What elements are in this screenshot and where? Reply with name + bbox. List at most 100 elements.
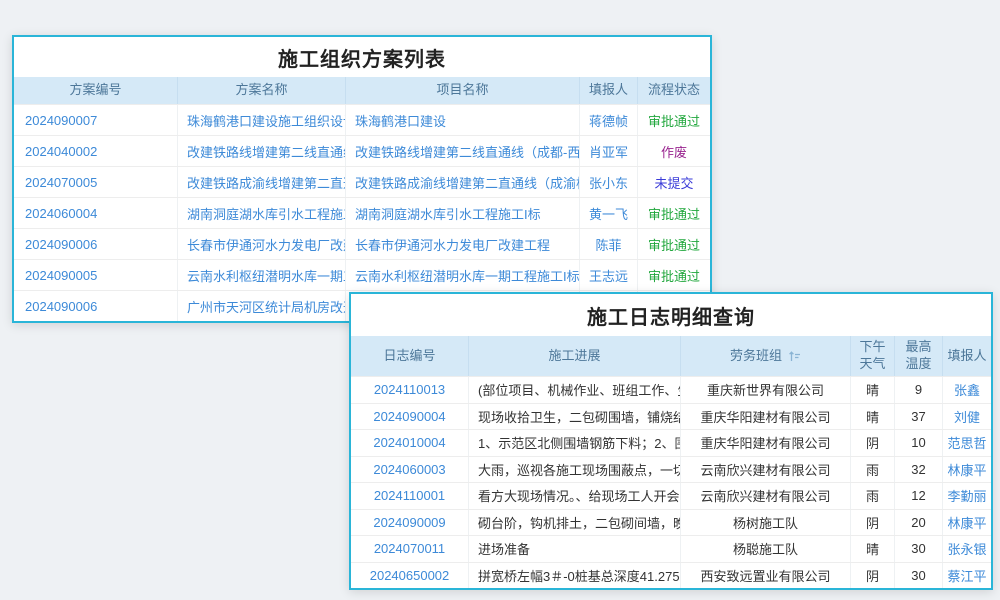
plan-col-header-project-name: 项目名称 xyxy=(346,77,580,104)
plan-name-link[interactable]: 云南水利枢纽潜明水库一期工程施工I标施工组... xyxy=(178,260,346,290)
log-col-header-weather: 下午 天气 xyxy=(851,336,895,376)
project-name-link[interactable]: 珠海鹤港口建设 xyxy=(346,105,580,135)
plan-name-link[interactable]: 珠海鹤港口建设施工组织设计 xyxy=(178,105,346,135)
plan-id-link[interactable]: 2024090005 xyxy=(14,260,178,290)
table-row: 2024040002 改建铁路线增建第二线直通线（成都-西安）... 改建铁路线… xyxy=(14,135,710,166)
plan-col-header-reporter: 填报人 xyxy=(580,77,638,104)
table-row: 2024010004 1、示范区北侧围墙钢筋下料；2、围墙地... 重庆华阳建材… xyxy=(351,429,991,456)
log-id-link[interactable]: 2024090009 xyxy=(351,510,469,536)
team-name: 重庆华阳建材有限公司 xyxy=(681,404,851,430)
log-col-header-reporter: 填报人 xyxy=(943,336,991,376)
plan-name-link[interactable]: 改建铁路线增建第二线直通线（成都-西安）... xyxy=(178,136,346,166)
weather-value: 雨 xyxy=(851,457,895,483)
log-id-link[interactable]: 2024010004 xyxy=(351,430,469,456)
plan-id-link[interactable]: 2024090006 xyxy=(14,291,178,321)
project-name-link[interactable]: 湖南洞庭湖水库引水工程施工I标 xyxy=(346,198,580,228)
weather-value: 晴 xyxy=(851,536,895,562)
plan-id-link[interactable]: 2024060004 xyxy=(14,198,178,228)
reporter-link[interactable]: 张鑫 xyxy=(943,377,991,403)
reporter-link[interactable]: 蔡江平 xyxy=(943,563,991,589)
plan-table-header: 方案编号 方案名称 项目名称 填报人 流程状态 xyxy=(14,77,710,104)
plan-id-link[interactable]: 2024070005 xyxy=(14,167,178,197)
plan-list-title: 施工组织方案列表 xyxy=(14,37,710,77)
reporter-name: 张小东 xyxy=(580,167,638,197)
plan-id-link[interactable]: 2024090007 xyxy=(14,105,178,135)
reporter-name: 肖亚军 xyxy=(580,136,638,166)
progress-text: 进场准备 xyxy=(469,536,681,562)
table-row: 2024070011 进场准备 杨聪施工队 晴 30 张永银 xyxy=(351,535,991,562)
temp-value: 9 xyxy=(895,377,943,403)
progress-text: 砌台阶，钩机排土，二包砌间墙，晚间加... xyxy=(469,510,681,536)
temp-value: 30 xyxy=(895,563,943,589)
team-name: 杨树施工队 xyxy=(681,510,851,536)
log-id-link[interactable]: 20240650002 xyxy=(351,563,469,589)
project-name-link[interactable]: 改建铁路成渝线增建第二直通线（成渝枢... xyxy=(346,167,580,197)
status-text: 审批通过 xyxy=(638,260,710,290)
plan-col-header-plan-name: 方案名称 xyxy=(178,77,346,104)
team-name: 云南欣兴建材有限公司 xyxy=(681,483,851,509)
weather-value: 晴 xyxy=(851,377,895,403)
log-table-header: 日志编号 施工进展 劳务班组 下午 天气 最高 温度 填报人 xyxy=(351,336,991,376)
team-name: 重庆华阳建材有限公司 xyxy=(681,430,851,456)
temp-value: 12 xyxy=(895,483,943,509)
plan-name-link[interactable]: 长春市伊通河水力发电厂改建工程施工组织设计 xyxy=(178,229,346,259)
status-text: 审批通过 xyxy=(638,105,710,135)
table-row: 20240650002 拼宽桥左幅3＃-0桩基总深度41.275.今日进... … xyxy=(351,562,991,589)
status-text: 审批通过 xyxy=(638,198,710,228)
reporter-link[interactable]: 林康平 xyxy=(943,457,991,483)
status-text: 未提交 xyxy=(638,167,710,197)
project-name-link[interactable]: 长春市伊通河水力发电厂改建工程 xyxy=(346,229,580,259)
log-id-link[interactable]: 2024060003 xyxy=(351,457,469,483)
table-row: 2024110013 (部位项目、机械作业、班组工作、生产... 重庆新世界有限… xyxy=(351,376,991,403)
sort-icon[interactable] xyxy=(788,350,801,363)
temp-value: 10 xyxy=(895,430,943,456)
plan-id-link[interactable]: 2024040002 xyxy=(14,136,178,166)
table-row: 2024090007 珠海鹤港口建设施工组织设计 珠海鹤港口建设 蒋德帧 审批通… xyxy=(14,104,710,135)
plan-id-link[interactable]: 2024090006 xyxy=(14,229,178,259)
table-row: 2024090006 长春市伊通河水力发电厂改建工程施工组织设计 长春市伊通河水… xyxy=(14,228,710,259)
table-row: 2024090005 云南水利枢纽潜明水库一期工程施工I标施工组... 云南水利… xyxy=(14,259,710,290)
log-id-link[interactable]: 2024110013 xyxy=(351,377,469,403)
reporter-name: 王志远 xyxy=(580,260,638,290)
log-col-header-id: 日志编号 xyxy=(351,336,469,376)
plan-list-window: 施工组织方案列表 方案编号 方案名称 项目名称 填报人 流程状态 2024090… xyxy=(12,35,712,323)
log-id-link[interactable]: 2024090004 xyxy=(351,404,469,430)
progress-text: 1、示范区北侧围墙钢筋下料；2、围墙地... xyxy=(469,430,681,456)
log-detail-window: 施工日志明细查询 日志编号 施工进展 劳务班组 下午 天气 最高 温度 填报人 … xyxy=(349,292,993,590)
plan-col-header-id: 方案编号 xyxy=(14,77,178,104)
team-name: 西安致远置业有限公司 xyxy=(681,563,851,589)
table-row: 2024110001 看方大现场情况。、给现场工人开会，整... 云南欣兴建材有… xyxy=(351,482,991,509)
progress-text: (部位项目、机械作业、班组工作、生产... xyxy=(469,377,681,403)
plan-name-link[interactable]: 改建铁路成渝线增建第二直通线（成渝枢纽）... xyxy=(178,167,346,197)
plan-table-body: 2024090007 珠海鹤港口建设施工组织设计 珠海鹤港口建设 蒋德帧 审批通… xyxy=(14,104,710,321)
progress-text: 大雨，巡视各施工现场围蔽点，一切正常... xyxy=(469,457,681,483)
team-name: 重庆新世界有限公司 xyxy=(681,377,851,403)
log-col-header-progress: 施工进展 xyxy=(469,336,681,376)
temp-value: 32 xyxy=(895,457,943,483)
temp-value: 37 xyxy=(895,404,943,430)
plan-name-link[interactable]: 湖南洞庭湖水库引水工程施工I标施工组织设计 xyxy=(178,198,346,228)
project-name-link[interactable]: 改建铁路线增建第二线直通线（成都-西安... xyxy=(346,136,580,166)
team-name: 云南欣兴建材有限公司 xyxy=(681,457,851,483)
weather-value: 阴 xyxy=(851,563,895,589)
reporter-name: 黄一飞 xyxy=(580,198,638,228)
progress-text: 看方大现场情况。、给现场工人开会，整... xyxy=(469,483,681,509)
reporter-link[interactable]: 李勤丽 xyxy=(943,483,991,509)
weather-value: 晴 xyxy=(851,404,895,430)
log-col-header-temp: 最高 温度 xyxy=(895,336,943,376)
temp-value: 20 xyxy=(895,510,943,536)
log-id-link[interactable]: 2024110001 xyxy=(351,483,469,509)
log-table-body: 2024110013 (部位项目、机械作业、班组工作、生产... 重庆新世界有限… xyxy=(351,376,991,588)
log-col-header-team: 劳务班组 xyxy=(681,336,851,376)
status-text: 作废 xyxy=(638,136,710,166)
reporter-link[interactable]: 范思哲 xyxy=(943,430,991,456)
reporter-link[interactable]: 林康平 xyxy=(943,510,991,536)
reporter-link[interactable]: 张永银 xyxy=(943,536,991,562)
reporter-link[interactable]: 刘健 xyxy=(943,404,991,430)
project-name-link[interactable]: 云南水利枢纽潜明水库一期工程施工I标 xyxy=(346,260,580,290)
table-row: 2024070005 改建铁路成渝线增建第二直通线（成渝枢纽）... 改建铁路成… xyxy=(14,166,710,197)
log-id-link[interactable]: 2024070011 xyxy=(351,536,469,562)
plan-name-link[interactable]: 广州市天河区统计局机房改造项目施工组织设计 xyxy=(178,291,346,321)
table-row: 2024090004 现场收拾卫生，二包砌围墙，铺烧结砖，... 重庆华阳建材有… xyxy=(351,403,991,430)
temp-value: 30 xyxy=(895,536,943,562)
